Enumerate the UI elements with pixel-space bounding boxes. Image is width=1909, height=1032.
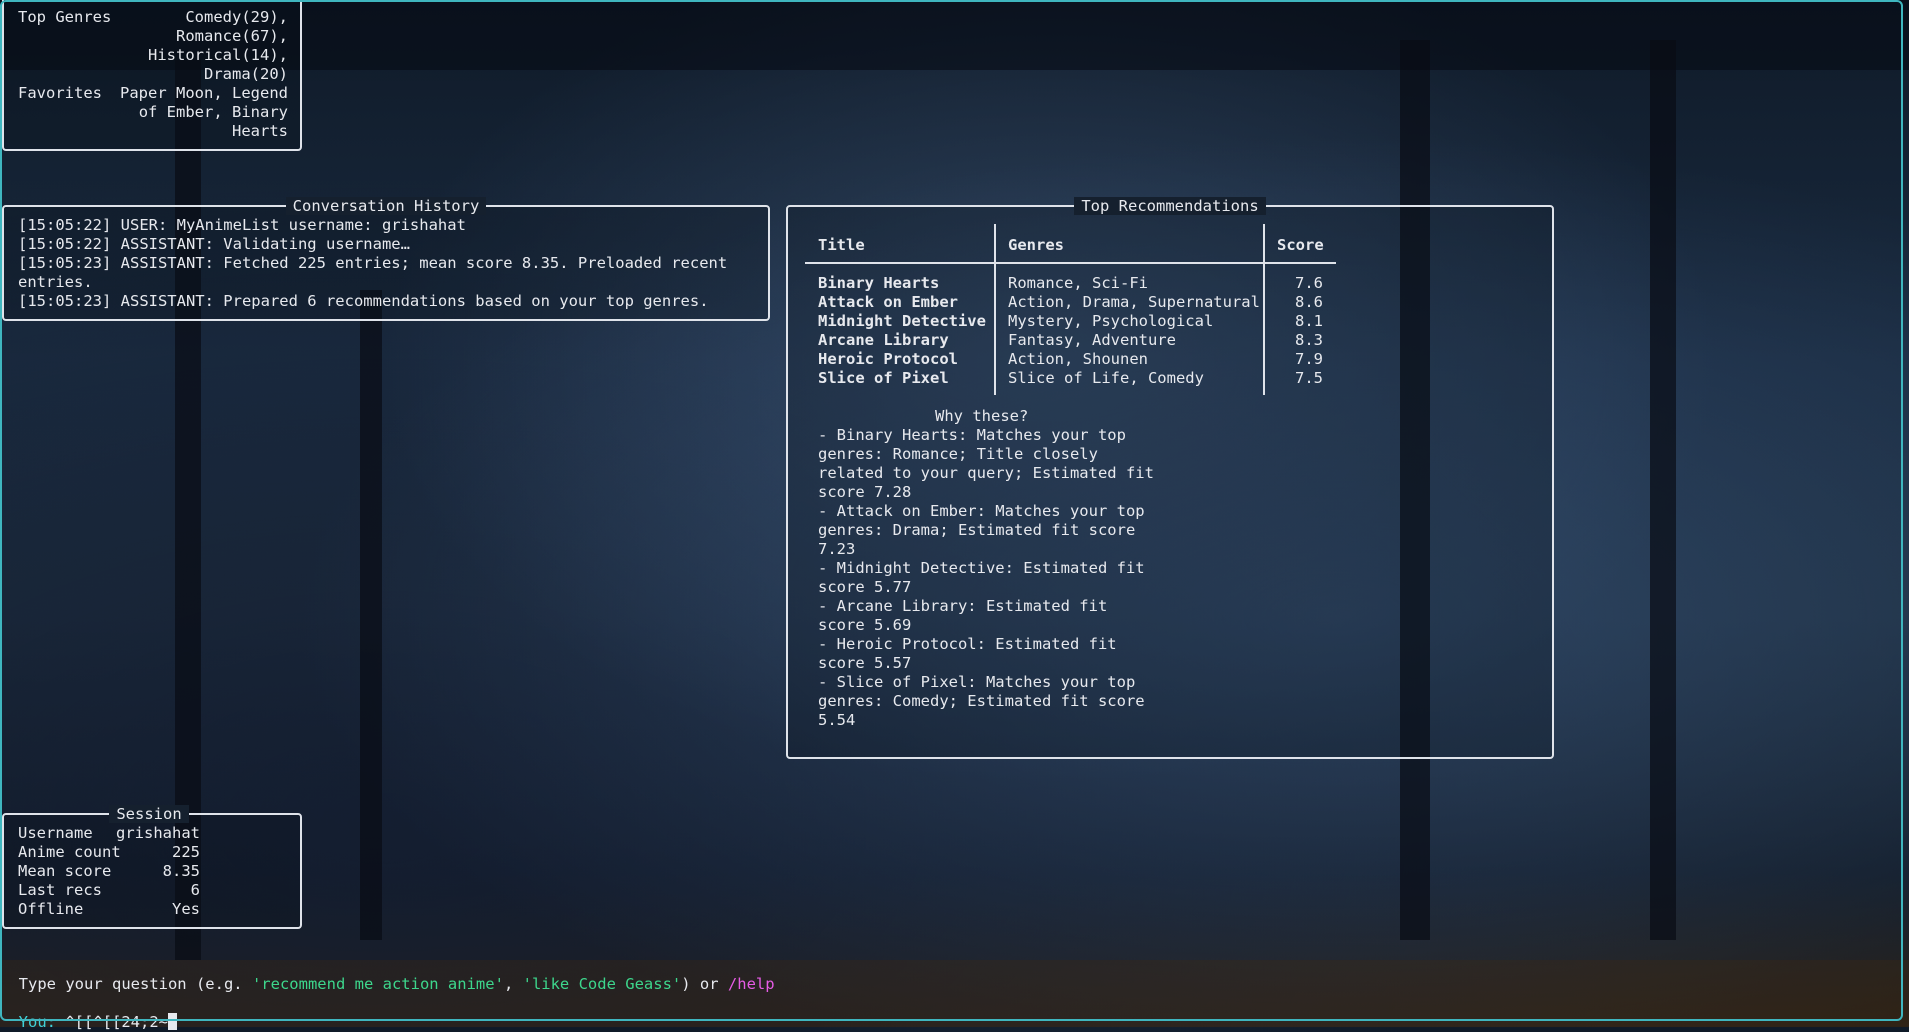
rec-title: Binary Hearts: [818, 274, 940, 292]
conversation-history-panel: Conversation History [15:05:22] USER: My…: [2, 197, 770, 321]
top-genres-line: Historical(14),: [148, 46, 288, 64]
prompt-hint-separator: ,: [503, 975, 523, 993]
session-label: Anime count: [18, 843, 121, 861]
you-prompt-label: You:: [18, 1013, 56, 1031]
favorites-label: Favorites: [18, 84, 102, 102]
why-line: score 7.28: [818, 483, 912, 501]
rec-title: Heroic Protocol: [818, 350, 958, 368]
table-column-divider: [994, 224, 996, 395]
session-value: Yes: [172, 900, 200, 918]
rec-genres: Mystery, Psychological: [1008, 312, 1214, 330]
rec-title: Attack on Ember: [818, 293, 958, 311]
session-value: 225: [172, 843, 200, 861]
why-line: genres: Comedy; Estimated fit score: [818, 692, 1145, 710]
conversation-line: [15:05:22] USER: MyAnimeList username: g…: [18, 216, 466, 234]
session-value: grishahat: [116, 824, 200, 842]
top-recommendations-panel: Top Recommendations Title Genres Score B…: [786, 197, 1554, 759]
input-field[interactable]: ^[[^[[24;2~: [56, 1013, 168, 1031]
why-line: genres: Romance; Title closely: [818, 445, 1098, 463]
rec-score: 7.9: [1295, 350, 1323, 368]
top-genres-line: Drama(20): [204, 65, 288, 83]
top-genres-label: Top Genres: [18, 8, 112, 26]
rec-title: Midnight Detective: [818, 312, 986, 330]
top-genres-line: Romance(67),: [176, 27, 288, 45]
rec-score: 7.5: [1295, 369, 1323, 387]
session-panel: Session Username grishahat Anime count 2…: [2, 805, 302, 929]
prompt-hint: Type your question (e.g. 'recommend me a…: [0, 956, 775, 994]
rec-score: 7.6: [1295, 274, 1323, 292]
why-line: - Attack on Ember: Matches your top: [818, 502, 1145, 520]
favorites-line: of Ember, Binary: [138, 103, 288, 121]
session-label: Username: [18, 824, 93, 842]
profile-panel: Top Genres Comedy(29), Romance(67), Hist…: [2, 0, 302, 151]
conversation-history-title: Conversation History: [285, 197, 487, 215]
why-these-title: Why these?: [935, 407, 1029, 425]
session-value: 8.35: [162, 862, 200, 880]
example-query-1: 'recommend me action anime': [251, 975, 504, 993]
text-cursor: [167, 1013, 177, 1030]
conversation-line: entries.: [18, 273, 93, 291]
table-header-title: Title: [818, 236, 865, 254]
why-line: - Heroic Protocol: Estimated fit: [818, 635, 1117, 653]
top-recommendations-title: Top Recommendations: [1074, 197, 1266, 215]
rec-title: Slice of Pixel: [818, 369, 949, 387]
rec-score: 8.1: [1295, 312, 1323, 330]
bg-window-frame: [360, 290, 382, 940]
rec-genres: Slice of Life, Comedy: [1008, 369, 1204, 387]
why-line: - Slice of Pixel: Matches your top: [818, 673, 1136, 691]
why-line: related to your query; Estimated fit: [818, 464, 1154, 482]
rec-title: Arcane Library: [818, 331, 949, 349]
why-line: - Binary Hearts: Matches your top: [818, 426, 1126, 444]
rec-genres: Fantasy, Adventure: [1008, 331, 1176, 349]
session-label: Mean score: [18, 862, 112, 880]
why-line: 7.23: [818, 540, 856, 558]
table-header-score: Score: [1277, 236, 1324, 254]
table-column-divider: [1263, 224, 1265, 395]
why-line: genres: Drama; Estimated fit score: [818, 521, 1136, 539]
top-genres-line: Comedy(29),: [185, 8, 288, 26]
why-line: 5.54: [818, 711, 856, 729]
why-line: score 5.77: [818, 578, 912, 596]
prompt-hint-mid: ) or: [681, 975, 728, 993]
table-header-divider: [805, 262, 1336, 264]
bg-window-frame: [1650, 40, 1676, 940]
why-line: - Arcane Library: Estimated fit: [818, 597, 1108, 615]
help-command: /help: [727, 975, 775, 993]
conversation-line: [15:05:23] ASSISTANT: Fetched 225 entrie…: [18, 254, 728, 272]
input-line[interactable]: You: ^[[^[[24;2~: [0, 994, 177, 1032]
why-line: score 5.57: [818, 654, 912, 672]
why-line: - Midnight Detective: Estimated fit: [818, 559, 1145, 577]
rec-genres: Action, Drama, Supernatural: [1008, 293, 1260, 311]
session-label: Offline: [18, 900, 84, 918]
rec-genres: Romance, Sci-Fi: [1008, 274, 1148, 292]
conversation-line: [15:05:23] ASSISTANT: Prepared 6 recomme…: [18, 292, 709, 310]
rec-score: 8.3: [1295, 331, 1323, 349]
conversation-line: [15:05:22] ASSISTANT: Validating usernam…: [18, 235, 410, 253]
table-header-genres: Genres: [1008, 236, 1064, 254]
session-value: 6: [190, 881, 200, 899]
favorites-line: Hearts: [232, 122, 288, 140]
example-query-2: 'like Code Geass': [522, 975, 682, 993]
prompt-hint-prefix: Type your question (e.g.: [18, 975, 252, 993]
session-label: Last recs: [18, 881, 102, 899]
rec-genres: Action, Shounen: [1008, 350, 1148, 368]
why-line: score 5.69: [818, 616, 912, 634]
favorites-line: Paper Moon, Legend: [120, 84, 288, 102]
rec-score: 8.6: [1295, 293, 1323, 311]
